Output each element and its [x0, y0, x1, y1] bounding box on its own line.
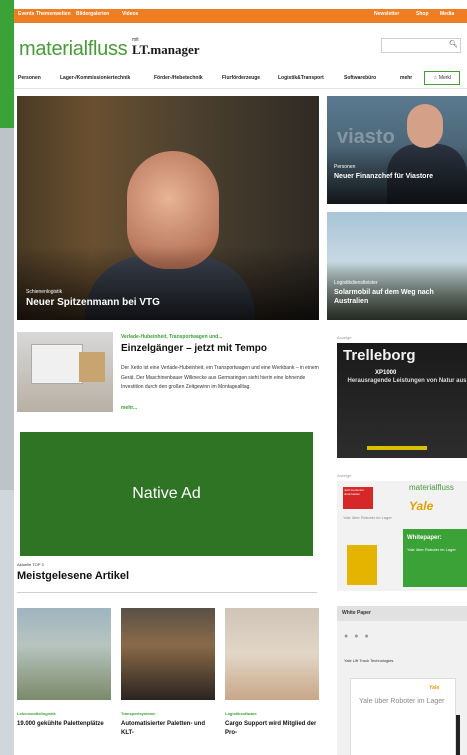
- nav-item-more[interactable]: mehr: [400, 75, 412, 81]
- article-more-link[interactable]: mehr...: [121, 405, 137, 411]
- nav-item-flurfoerderzeuge[interactable]: Flurförderzeuge: [222, 75, 260, 81]
- trelleborg-model: XP1000: [375, 370, 397, 376]
- topbar-link-shop[interactable]: Shop: [416, 11, 429, 17]
- top3-kicker-3: Logistiksoftware: [225, 711, 257, 716]
- article-body: Der Xetto ist eine Verlade-Hubeinheit, e…: [121, 365, 319, 390]
- teaser-card-viastore[interactable]: viasto Personen Neuer Finanzchef für Via…: [327, 96, 467, 204]
- yale-ad-wp-sub: Yale über Roboter im Lager: [407, 547, 456, 552]
- top3-kicker: Aktuelle TOP 3: [17, 562, 44, 567]
- top-bar: Events Themenwelten Bildergalerien Video…: [14, 9, 467, 23]
- page: Events Themenwelten Bildergalerien Video…: [14, 0, 467, 755]
- whitepaper-doc-title: Yale über Roboter im Lager: [359, 698, 445, 705]
- yale-ad-mf-logo: materialfluss: [409, 483, 454, 492]
- yale-ad-robot-image: [347, 545, 377, 585]
- article-kicker[interactable]: Verlade-Hubeinheit, Transportwagen und..…: [121, 334, 222, 340]
- top3-title-2[interactable]: Automatisierter Paletten- und KLT-: [121, 720, 217, 738]
- whitepaper-document[interactable]: Yale Yale über Roboter im Lager: [350, 678, 456, 755]
- logo-lt-manager[interactable]: LT.manager: [132, 42, 200, 58]
- ad-label-1: Anzeige: [337, 335, 352, 340]
- whitepaper-sub: Yale Lift Truck Technologies: [344, 658, 394, 663]
- teaser-card-solarmobil[interactable]: Logistikdienstleister Solarmobil auf dem…: [327, 212, 467, 320]
- scrollbar[interactable]: [456, 715, 460, 755]
- topbar-link-newsletter[interactable]: Newsletter: [374, 11, 399, 17]
- whitepaper-doc-brand: Yale: [429, 685, 440, 691]
- nav-item-software[interactable]: Softwarebüro: [344, 75, 376, 81]
- trelleborg-strip: [367, 446, 427, 450]
- article-image[interactable]: [17, 332, 113, 412]
- left-green-strip: [0, 0, 14, 128]
- top3-image-2[interactable]: [121, 608, 215, 700]
- main-nav: Personen Lager-/Kommissioniertechnik För…: [14, 68, 467, 89]
- nav-item-lager[interactable]: Lager-/Kommissioniertechnik: [60, 75, 130, 81]
- whitepaper-heading: White Paper: [337, 606, 467, 621]
- trelleborg-tagline: Herausragende Leistungen von Natur aus: [347, 378, 467, 384]
- topbar-link-themenwelten[interactable]: Themenwelten: [36, 11, 71, 17]
- nav-item-foerder[interactable]: Förder-/Hebetechnik: [154, 75, 203, 81]
- hero-kicker: Schienenlogistik: [26, 289, 63, 295]
- site-logo[interactable]: materialfluss: [19, 38, 128, 61]
- nav-item-logistik[interactable]: Logistik&Transport: [278, 75, 324, 81]
- article-image-truck: [31, 344, 83, 384]
- top3-kicker-1: Lebensmittellogistik: [17, 711, 56, 716]
- search-icon[interactable]: 🔍︎: [449, 40, 458, 48]
- card1-kicker: Personen: [334, 164, 356, 170]
- top3-title-1[interactable]: 19.000 gekühlte Palettenplätze: [17, 720, 113, 729]
- hero-title[interactable]: Neuer Spitzenmann bei VTG: [26, 297, 160, 308]
- merkliste-button[interactable]: ☆ Merkl: [424, 71, 460, 85]
- top3-image-1[interactable]: [17, 608, 111, 700]
- topbar-link-events[interactable]: Events: [18, 11, 34, 17]
- article-image-box: [79, 352, 105, 382]
- card1-image-head: [407, 104, 443, 148]
- trelleborg-brand: Trelleborg: [343, 347, 416, 364]
- carousel-dots[interactable]: ●●●: [344, 633, 375, 640]
- yale-ad[interactable]: Jetzt kostenlos downloaden materialfluss…: [337, 481, 467, 591]
- ad-label-2: Anzeige: [337, 473, 352, 478]
- card1-title[interactable]: Neuer Finanzchef für Viastore: [334, 172, 464, 181]
- top3-image-3[interactable]: [225, 608, 319, 700]
- topbar-link-videos[interactable]: Videos: [122, 11, 138, 17]
- article-title[interactable]: Einzelgänger – jetzt mit Tempo: [121, 343, 267, 354]
- hero-shade: [17, 246, 319, 320]
- topbar-link-media[interactable]: Media: [440, 11, 454, 17]
- card2-title[interactable]: Solarmobil auf dem Weg nach Australien: [334, 288, 464, 306]
- yale-ad-grey-text: Yale über Roboter im Lager: [343, 515, 392, 520]
- nav-item-personen[interactable]: Personen: [18, 75, 41, 81]
- yale-ad-wp-title: Whitepaper:: [407, 535, 442, 541]
- yale-logo: Yale: [409, 499, 434, 513]
- merkliste-label: Merkl: [438, 75, 452, 81]
- native-ad[interactable]: Native Ad: [20, 432, 313, 556]
- top3-divider: [17, 592, 317, 593]
- top3-title-3[interactable]: Cargo Support wird Mitglied der Pro-: [225, 720, 321, 738]
- card2-kicker: Logistikdienstleister: [334, 280, 378, 286]
- left-gray-strip: [0, 128, 14, 490]
- hero-teaser[interactable]: [17, 96, 319, 320]
- trelleborg-ad[interactable]: Trelleborg XP1000 Herausragende Leistung…: [337, 343, 467, 458]
- yale-ad-download-badge: Jetzt kostenlos downloaden: [343, 487, 373, 509]
- topbar-link-bildergalerien[interactable]: Bildergalerien: [76, 11, 109, 17]
- top3-title: Meistgelesene Artikel: [17, 570, 130, 582]
- top3-kicker-2: Transportsysteme: [121, 711, 156, 716]
